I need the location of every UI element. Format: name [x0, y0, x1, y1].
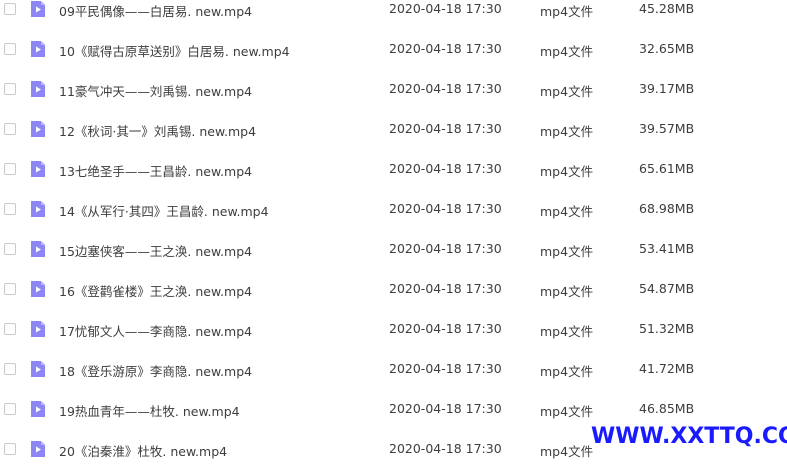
file-checkbox[interactable] [4, 243, 16, 255]
file-row[interactable]: 19热血青年——杜牧. new.mp4 2020-04-18 17:30 mp4… [0, 389, 787, 429]
site-watermark: WWW.XXTTQ.COM [591, 424, 787, 449]
file-checkbox[interactable] [4, 163, 16, 175]
file-modified-date: 2020-04-18 17:30 [389, 41, 502, 56]
file-row[interactable]: 09平民偶像——白居易. new.mp4 2020-04-18 17:30 mp… [0, 0, 787, 29]
file-row[interactable]: 10《赋得古原草送别》白居易. new.mp4 2020-04-18 17:30… [0, 29, 787, 69]
file-modified-date: 2020-04-18 17:30 [389, 161, 502, 176]
video-file-icon [29, 440, 47, 458]
file-checkbox[interactable] [4, 403, 16, 415]
file-name[interactable]: 20《泊秦淮》杜牧. new.mp4 [59, 441, 227, 460]
video-file-icon [29, 240, 47, 258]
video-file-icon [29, 200, 47, 218]
file-row[interactable]: 16《登鹳雀楼》王之涣. new.mp4 2020-04-18 17:30 mp… [0, 269, 787, 309]
file-name[interactable]: 10《赋得古原草送别》白居易. new.mp4 [59, 41, 290, 60]
file-row[interactable]: 13七绝圣手——王昌龄. new.mp4 2020-04-18 17:30 mp… [0, 149, 787, 189]
file-modified-date: 2020-04-18 17:30 [389, 121, 502, 136]
file-checkbox[interactable] [4, 443, 16, 455]
file-name[interactable]: 12《秋词·其一》刘禹锡. new.mp4 [59, 121, 256, 140]
video-file-icon [29, 0, 47, 18]
file-modified-date: 2020-04-18 17:30 [389, 441, 502, 456]
file-modified-date: 2020-04-18 17:30 [389, 241, 502, 256]
file-size: 46.85MB [639, 401, 695, 416]
file-size: 39.57MB [639, 121, 695, 136]
video-file-icon [29, 320, 47, 338]
file-type: mp4文件 [540, 284, 594, 299]
file-type: mp4文件 [540, 84, 594, 99]
file-type: mp4文件 [540, 164, 594, 179]
file-name[interactable]: 18《登乐游原》李商隐. new.mp4 [59, 361, 252, 380]
file-list: 09平民偶像——白居易. new.mp4 2020-04-18 17:30 mp… [0, 0, 787, 459]
file-checkbox[interactable] [4, 3, 16, 15]
file-row[interactable]: 11豪气冲天——刘禹锡. new.mp4 2020-04-18 17:30 mp… [0, 69, 787, 109]
file-type: mp4文件 [540, 44, 594, 59]
file-size: 65.61MB [639, 161, 695, 176]
file-row[interactable]: 18《登乐游原》李商隐. new.mp4 2020-04-18 17:30 mp… [0, 349, 787, 389]
file-size: 41.72MB [639, 361, 695, 376]
video-file-icon [29, 80, 47, 98]
file-size: 45.28MB [639, 1, 695, 16]
file-modified-date: 2020-04-18 17:30 [389, 1, 502, 16]
file-checkbox[interactable] [4, 283, 16, 295]
video-file-icon [29, 400, 47, 418]
file-row[interactable]: 15边塞侠客——王之涣. new.mp4 2020-04-18 17:30 mp… [0, 229, 787, 269]
file-checkbox[interactable] [4, 363, 16, 375]
file-size: 68.98MB [639, 201, 695, 216]
file-type: mp4文件 [540, 4, 594, 19]
file-name[interactable]: 17忧郁文人——李商隐. new.mp4 [59, 321, 252, 340]
file-size: 32.65MB [639, 41, 695, 56]
file-name[interactable]: 19热血青年——杜牧. new.mp4 [59, 401, 240, 420]
file-type: mp4文件 [540, 444, 594, 459]
file-checkbox[interactable] [4, 203, 16, 215]
file-type: mp4文件 [540, 364, 594, 379]
file-checkbox[interactable] [4, 83, 16, 95]
file-size: 53.41MB [639, 241, 695, 256]
file-modified-date: 2020-04-18 17:30 [389, 321, 502, 336]
file-name[interactable]: 16《登鹳雀楼》王之涣. new.mp4 [59, 281, 252, 300]
file-row[interactable]: 14《从军行·其四》王昌龄. new.mp4 2020-04-18 17:30 … [0, 189, 787, 229]
file-type: mp4文件 [540, 124, 594, 139]
file-modified-date: 2020-04-18 17:30 [389, 401, 502, 416]
file-name[interactable]: 13七绝圣手——王昌龄. new.mp4 [59, 161, 252, 180]
file-checkbox[interactable] [4, 323, 16, 335]
video-file-icon [29, 160, 47, 178]
file-modified-date: 2020-04-18 17:30 [389, 81, 502, 96]
file-modified-date: 2020-04-18 17:30 [389, 201, 502, 216]
file-checkbox[interactable] [4, 43, 16, 55]
file-name[interactable]: 09平民偶像——白居易. new.mp4 [59, 1, 252, 20]
file-type: mp4文件 [540, 324, 594, 339]
video-file-icon [29, 120, 47, 138]
file-name[interactable]: 11豪气冲天——刘禹锡. new.mp4 [59, 81, 252, 100]
file-modified-date: 2020-04-18 17:30 [389, 361, 502, 376]
video-file-icon [29, 40, 47, 58]
file-type: mp4文件 [540, 244, 594, 259]
file-size: 51.32MB [639, 321, 695, 336]
file-name[interactable]: 14《从军行·其四》王昌龄. new.mp4 [59, 201, 269, 220]
file-type: mp4文件 [540, 204, 594, 219]
file-modified-date: 2020-04-18 17:30 [389, 281, 502, 296]
file-size: 39.17MB [639, 81, 695, 96]
file-row[interactable]: 12《秋词·其一》刘禹锡. new.mp4 2020-04-18 17:30 m… [0, 109, 787, 149]
file-checkbox[interactable] [4, 123, 16, 135]
video-file-icon [29, 360, 47, 378]
video-file-icon [29, 280, 47, 298]
file-size: 54.87MB [639, 281, 695, 296]
file-name[interactable]: 15边塞侠客——王之涣. new.mp4 [59, 241, 252, 260]
file-row[interactable]: 17忧郁文人——李商隐. new.mp4 2020-04-18 17:30 mp… [0, 309, 787, 349]
file-type: mp4文件 [540, 404, 594, 419]
